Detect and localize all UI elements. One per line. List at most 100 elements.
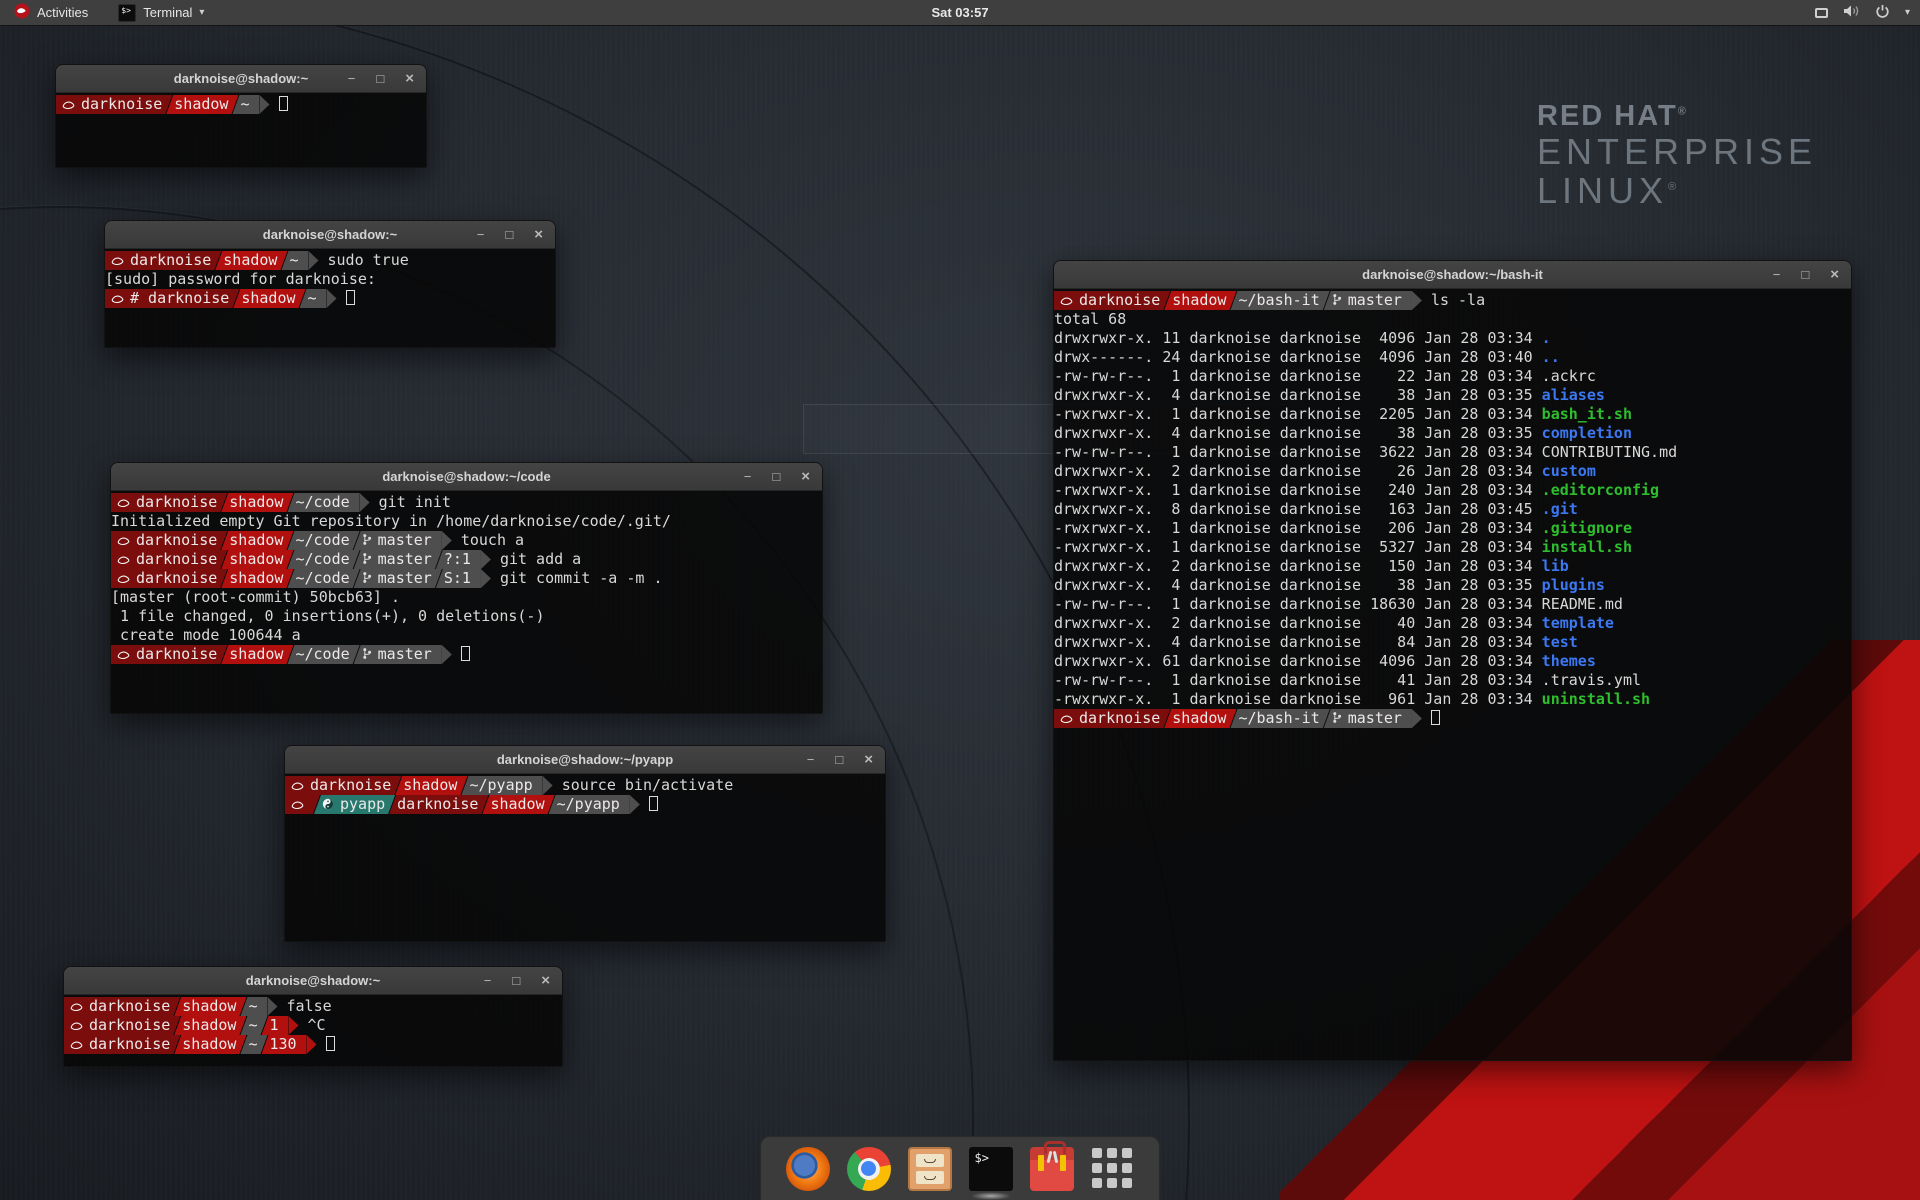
window-title: darknoise@shadow:~/bash-it — [1362, 267, 1543, 282]
window-titlebar[interactable]: darknoise@shadow:~/pyapp −□× — [285, 746, 885, 774]
command-text: git add a — [500, 550, 581, 568]
drawer — [916, 1154, 944, 1167]
terminal-window-pyapp: darknoise@shadow:~/pyapp −□× darknoisesh… — [284, 745, 886, 942]
close-button[interactable]: × — [534, 221, 543, 249]
terminal-cursor — [279, 96, 288, 111]
ls-row-meta: drwxrwxr-x. 2 darknoise darknoise 40 Jan… — [1054, 614, 1542, 632]
window-titlebar[interactable]: darknoise@shadow:~ −□× — [105, 221, 555, 249]
tool — [1046, 1150, 1052, 1162]
ls-row-filename: .travis.yml — [1542, 671, 1641, 689]
close-button[interactable]: × — [864, 746, 873, 774]
maximize-button[interactable]: □ — [835, 746, 843, 774]
minimize-button[interactable]: − — [744, 463, 752, 491]
minimize-button[interactable]: − — [484, 967, 492, 995]
ls-row-meta: drwxrwxr-x. 4 darknoise darknoise 38 Jan… — [1054, 424, 1542, 442]
prompt-segment: pyapp — [314, 795, 395, 814]
minimize-button[interactable]: − — [807, 746, 815, 774]
ls-row-filename: CONTRIBUTING.md — [1542, 443, 1677, 461]
terminal-window-home-2: darknoise@shadow:~ −□× darknoiseshadow~s… — [104, 220, 556, 348]
terminal-line: -rwxrwxr-x. 1 darknoise darknoise 240 Ja… — [1054, 481, 1851, 500]
terminal-line: # darknoiseshadow~ — [105, 289, 555, 308]
terminal-content[interactable]: darknoiseshadow~/pyappsource bin/activat… — [285, 774, 885, 941]
ls-row-filename: install.sh — [1542, 538, 1632, 556]
terminal-content[interactable]: darknoiseshadow~/bash-itmasterls -latota… — [1054, 289, 1851, 1060]
dock: $> — [760, 1136, 1160, 1200]
window-titlebar[interactable]: darknoise@shadow:~ −□× — [64, 967, 562, 995]
prompt-arrow-cap — [481, 569, 491, 588]
ls-row-filename: themes — [1542, 652, 1596, 670]
ls-row-filename: .git — [1542, 500, 1578, 518]
terminal-window-home-3: darknoise@shadow:~ −□× darknoiseshadow~f… — [63, 966, 563, 1067]
window-titlebar[interactable]: darknoise@shadow:~ −□× — [56, 65, 426, 93]
minimize-button[interactable]: − — [477, 221, 485, 249]
terminal-line: drwx------. 24 darknoise darknoise 4096 … — [1054, 348, 1851, 367]
terminal-line: -rwxrwxr-x. 1 darknoise darknoise 5327 J… — [1054, 538, 1851, 557]
ls-row-filename: . — [1542, 329, 1551, 347]
ls-row-filename: test — [1542, 633, 1578, 651]
terminal-line: darknoiseshadow~sudo true — [105, 251, 555, 270]
ls-row-meta: -rw-rw-r--. 1 darknoise darknoise 22 Jan… — [1054, 367, 1542, 385]
terminal-line: darknoiseshadow~/codemasterS:1git commit… — [111, 569, 822, 588]
files-icon[interactable] — [908, 1147, 952, 1191]
window-titlebar[interactable]: darknoise@shadow:~/code −□× — [111, 463, 822, 491]
prompt-segment: shadow — [1164, 291, 1236, 310]
branding-red-hat: RED HAT® — [1537, 100, 1817, 133]
minimize-button[interactable]: − — [348, 65, 356, 93]
ls-row-filename: aliases — [1542, 386, 1605, 404]
ls-row-meta: -rw-rw-r--. 1 darknoise darknoise 3622 J… — [1054, 443, 1542, 461]
activities-button[interactable]: Activities — [8, 0, 94, 26]
close-button[interactable]: × — [801, 463, 810, 491]
ls-row-meta: -rwxrwxr-x. 1 darknoise darknoise 5327 J… — [1054, 538, 1542, 556]
maximize-button[interactable]: □ — [376, 65, 384, 93]
terminal-line: Initialized empty Git repository in /hom… — [111, 512, 822, 531]
ls-row-filename: README.md — [1542, 595, 1623, 613]
ls-row-filename: bash_it.sh — [1542, 405, 1632, 423]
maximize-button[interactable]: □ — [1801, 261, 1809, 289]
chrome-icon[interactable] — [847, 1147, 891, 1191]
prompt-arrow-cap — [543, 776, 553, 795]
terminal-line: drwxrwxr-x. 61 darknoise darknoise 4096 … — [1054, 652, 1851, 671]
terminal-content[interactable]: darknoiseshadow~ — [56, 93, 426, 167]
ls-row-meta: -rwxrwxr-x. 1 darknoise darknoise 2205 J… — [1054, 405, 1542, 423]
branding-enterprise: ENTERPRISE — [1537, 133, 1817, 172]
maximize-button[interactable]: □ — [505, 221, 513, 249]
terminal-content[interactable]: darknoiseshadow~/codegit initInitialized… — [111, 491, 822, 713]
ls-row-meta: drwxrwxr-x. 4 darknoise darknoise 38 Jan… — [1054, 576, 1542, 594]
chrome-icon-dot — [861, 1161, 876, 1176]
clock[interactable]: Sat 03:57 — [931, 5, 988, 20]
terminal-content[interactable]: darknoiseshadow~sudo true[sudo] password… — [105, 249, 555, 347]
system-status-area[interactable]: ▾ — [1815, 0, 1910, 26]
close-button[interactable]: × — [541, 967, 550, 995]
terminal-dock-icon[interactable]: $> — [969, 1147, 1013, 1191]
app-grid-icon[interactable] — [1091, 1147, 1135, 1191]
close-button[interactable]: × — [1830, 261, 1839, 289]
chevron-down-icon: ▾ — [1905, 7, 1910, 18]
prompt-segment: darknoise — [285, 776, 401, 795]
top-bar: Activities $> Terminal ▾ Sat 03:57 ▾ — [0, 0, 1920, 26]
window-titlebar[interactable]: darknoise@shadow:~/bash-it −□ × — [1054, 261, 1851, 289]
terminal-window-code: darknoise@shadow:~/code −□× darknoisesha… — [110, 462, 823, 714]
command-text: false — [287, 997, 332, 1015]
ls-row-meta: drwxrwxr-x. 8 darknoise darknoise 163 Ja… — [1054, 500, 1542, 518]
prompt-segment: darknoise — [64, 1016, 180, 1035]
prompt-segment: shadow — [221, 645, 293, 664]
close-button[interactable]: × — [405, 65, 414, 93]
prompt-segment: darknoise — [389, 795, 488, 814]
maximize-button[interactable]: □ — [772, 463, 780, 491]
app-menu-terminal[interactable]: $> Terminal ▾ — [112, 0, 210, 26]
firefox-icon[interactable] — [786, 1147, 830, 1191]
toolbox-icon[interactable] — [1030, 1147, 1074, 1191]
terminal-content[interactable]: darknoiseshadow~falsedarknoiseshadow~1^C… — [64, 995, 562, 1066]
prompt-segment: shadow — [221, 493, 293, 512]
command-text: touch a — [461, 531, 524, 549]
terminal-cursor — [346, 290, 355, 305]
app-menu-label: Terminal — [143, 5, 192, 20]
terminal-line: -rw-rw-r--. 1 darknoise darknoise 41 Jan… — [1054, 671, 1851, 690]
ls-row-meta: drwxrwxr-x. 61 darknoise darknoise 4096 … — [1054, 652, 1542, 670]
prompt-segment: darknoise — [111, 550, 227, 569]
maximize-button[interactable]: □ — [512, 967, 520, 995]
prompt-arrow-cap — [327, 289, 337, 308]
ls-row-filename: completion — [1542, 424, 1632, 442]
prompt-segment: shadow — [174, 1035, 246, 1054]
minimize-button[interactable]: − — [1773, 261, 1781, 289]
